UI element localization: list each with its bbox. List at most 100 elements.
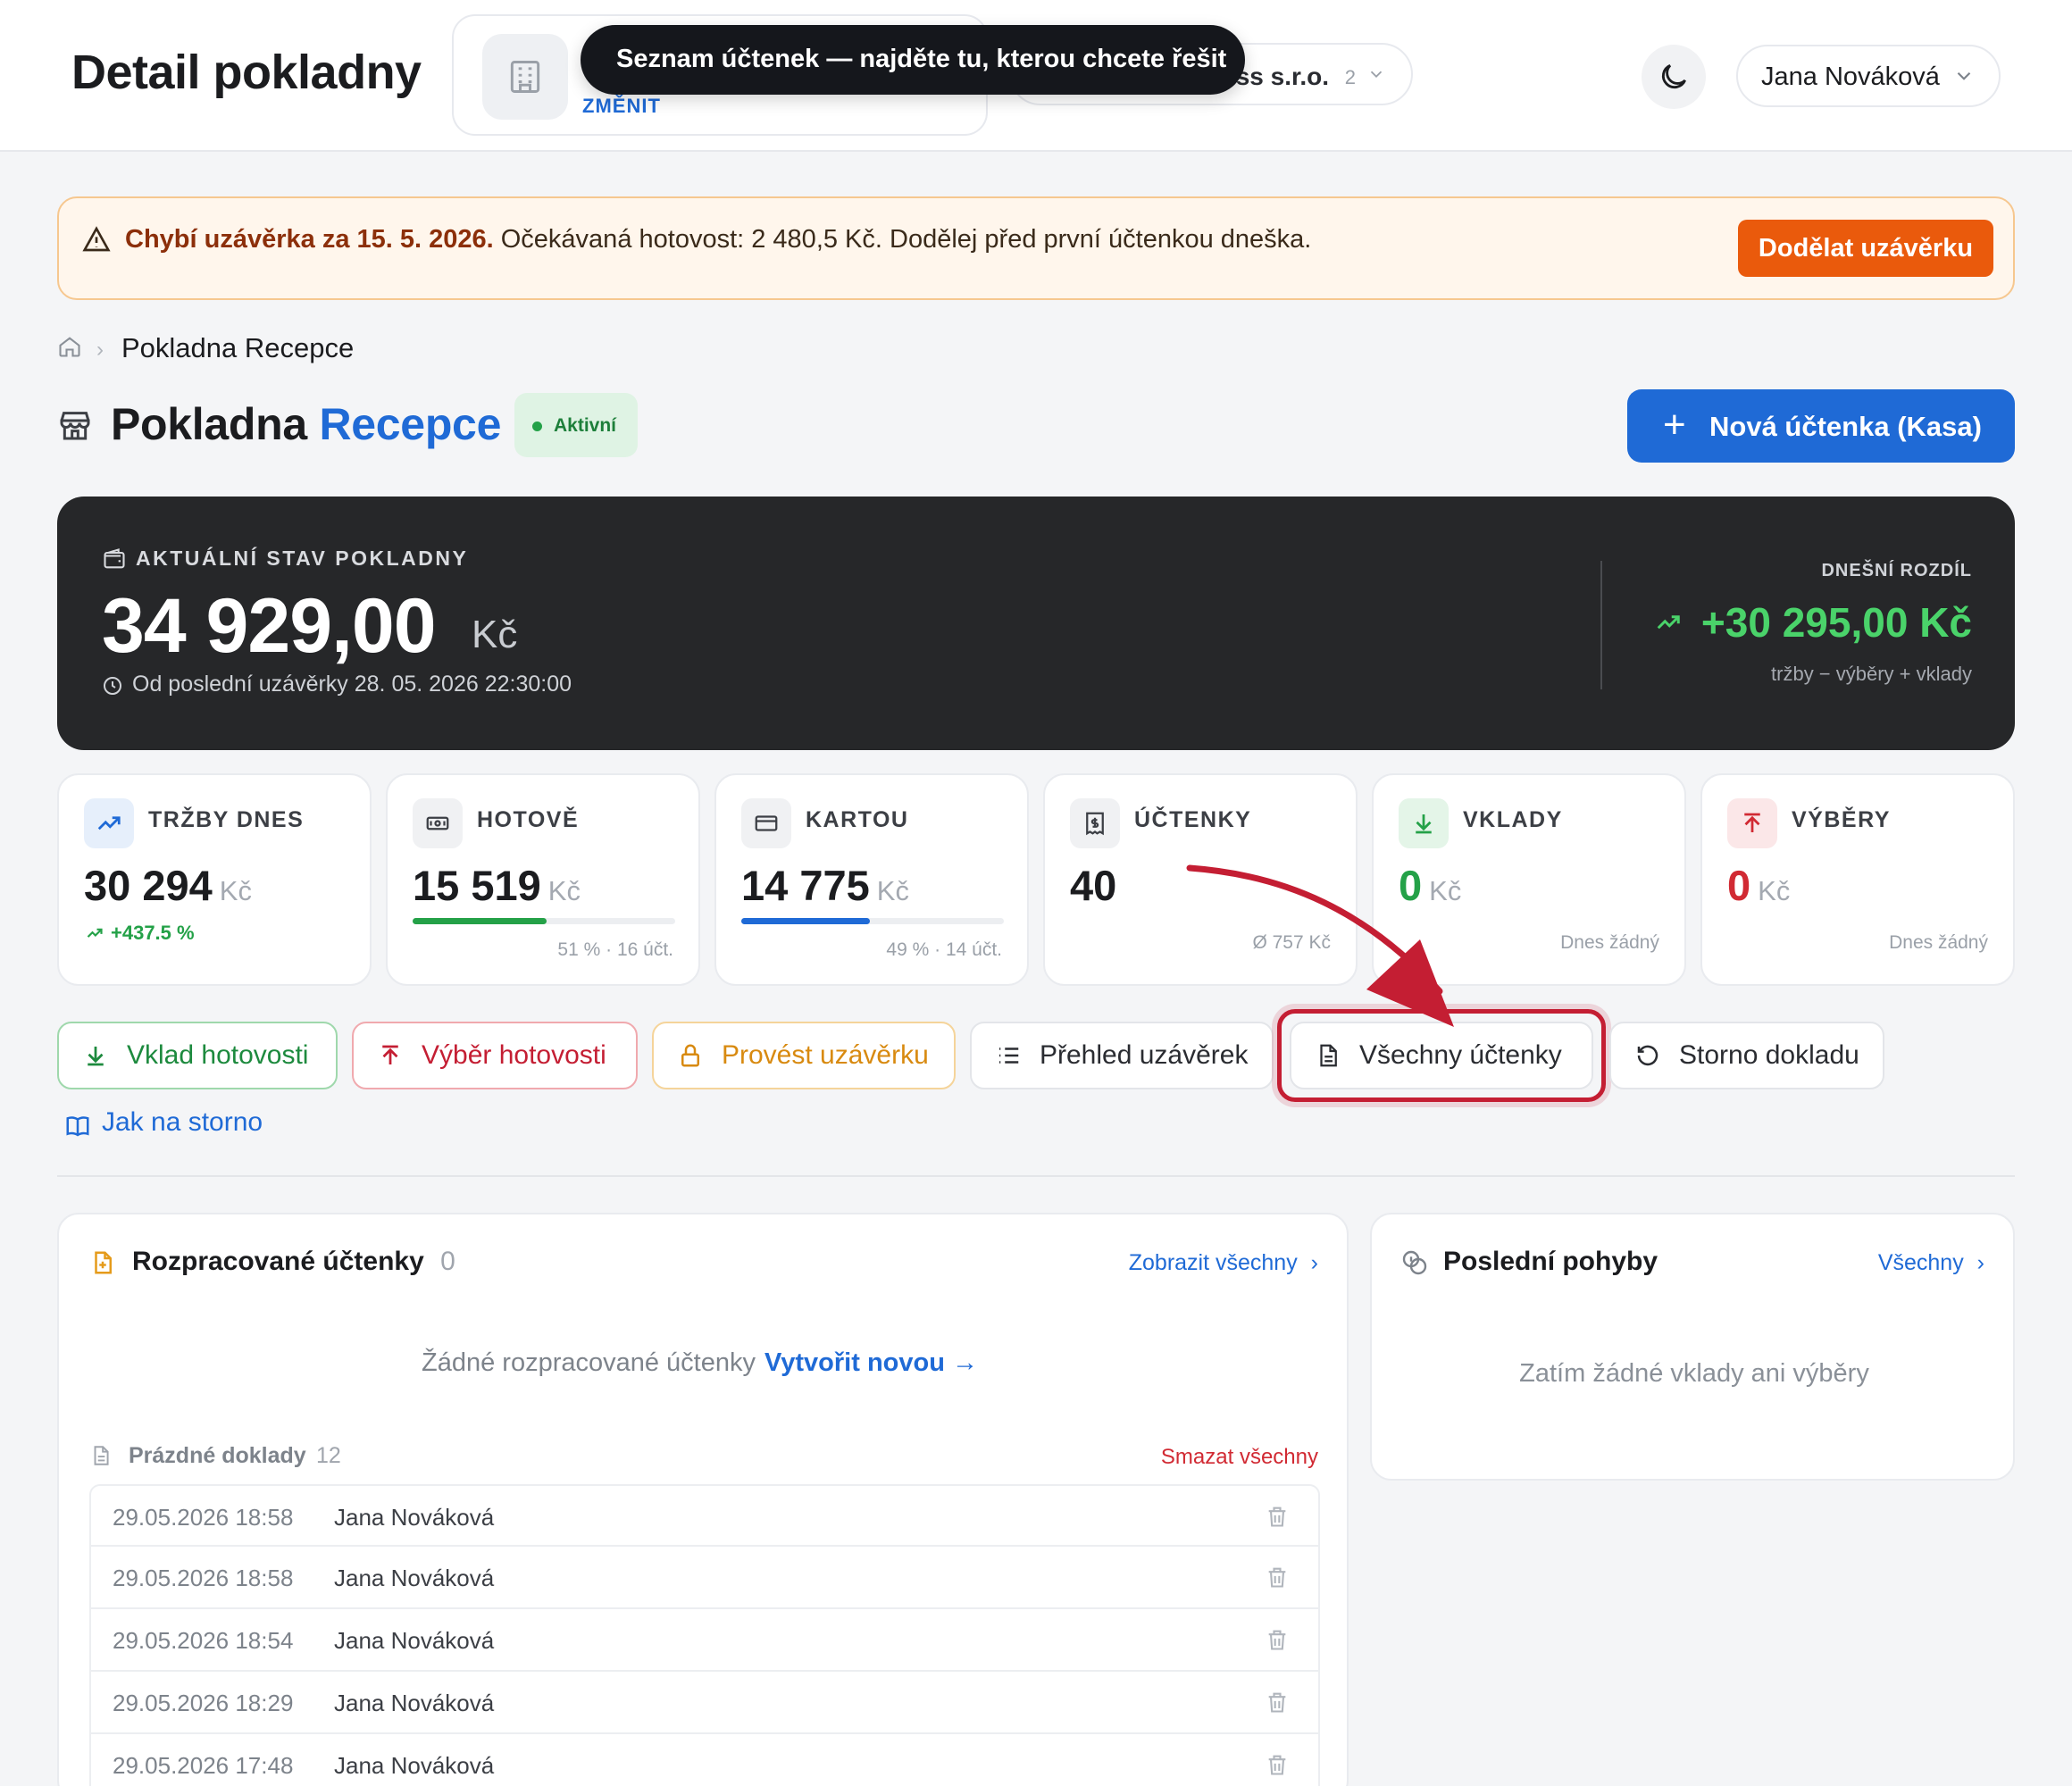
row-date: 29.05.2026 18:58 [113, 1504, 294, 1531]
balance-currency: Kč [472, 613, 518, 656]
new-receipt-label: Nová účtenka (Kasa) [1709, 411, 1982, 442]
daily-diff-label: DNEŠNÍ ROZDÍL [1821, 561, 1972, 580]
closings-overview-label: Přehled uzávěrek [1040, 1040, 1249, 1070]
trash-icon[interactable] [1265, 1504, 1290, 1533]
row-user: Jana Nováková [334, 1565, 495, 1591]
file-plus-icon [89, 1248, 116, 1281]
cash-share-bar [413, 918, 675, 924]
card-cash: HOTOVĚ 15 519 Kč 51 % · 16 účt. [386, 773, 700, 986]
all-moves-link[interactable]: Všechny › [1878, 1250, 1984, 1276]
trash-icon[interactable] [1265, 1565, 1290, 1594]
show-all-drafts-link[interactable]: Zobrazit všechny › [1129, 1250, 1318, 1276]
list-icon [999, 1047, 1019, 1064]
cash-withdraw-button[interactable]: Výběr hotovosti [352, 1022, 638, 1089]
clock-icon [102, 675, 123, 701]
card-label: VKLADY [1463, 807, 1563, 832]
receipt-icon [1070, 798, 1120, 848]
card-value: 40 [1070, 862, 1117, 909]
do-closing-button[interactable]: Provést uzávěrku [652, 1022, 956, 1089]
card-value: 15 519 Kč [413, 862, 581, 909]
card-value: 0 Kč [1727, 862, 1791, 909]
moves-empty-state: Zatím žádné vklady ani výběry [1519, 1359, 1869, 1388]
drafts-title: Rozpracované účtenky 0 [132, 1247, 455, 1276]
alert-bold: Chybí uzávěrka za 15. 5. 2026. [125, 225, 494, 254]
empty-docs-title: Prázdné doklady [129, 1443, 306, 1468]
new-receipt-button[interactable]: + Nová účtenka (Kasa) [1627, 389, 2015, 463]
upload-icon [382, 1045, 398, 1064]
company-select-value: ss s.r.o. [1235, 63, 1329, 90]
cash-withdraw-label: Výběr hotovosti [422, 1040, 606, 1070]
trash-icon[interactable] [1265, 1752, 1290, 1782]
cash-share-fill [413, 918, 547, 924]
list-item: 29.05.2026 18:29 Jana Nováková [89, 1672, 1320, 1734]
card-icon [741, 798, 791, 848]
status-dot [532, 421, 542, 431]
document-icon [89, 1443, 113, 1473]
user-menu-button[interactable]: Jana Nováková [1736, 45, 2001, 107]
card-card-payments: KARTOU 14 775 Kč 49 % · 14 účt. [714, 773, 1029, 986]
theme-toggle-button[interactable] [1642, 45, 1706, 109]
storno-button[interactable]: Storno dokladu [1609, 1022, 1884, 1089]
building-icon [482, 34, 568, 120]
guide-tooltip: Seznam účtenek — najděte tu, kterou chce… [581, 25, 1245, 95]
empty-docs-list: 29.05.2026 18:58 Jana Nováková 29.05.202… [89, 1484, 1320, 1786]
card-value: 14 775 Kč [741, 862, 909, 909]
page-title: Detail pokladny [71, 46, 422, 99]
row-user: Jana Nováková [334, 1752, 495, 1779]
coins-icon [1400, 1248, 1429, 1281]
trash-icon[interactable] [1265, 1690, 1290, 1719]
delete-all-link[interactable]: Smazat všechny [1161, 1445, 1318, 1470]
home-icon[interactable] [57, 334, 82, 363]
title-accent: Recepce [319, 399, 502, 449]
since-last-closing: Od poslední uzávěrky 28. 05. 2026 22:30:… [132, 672, 572, 697]
row-date: 29.05.2026 17:48 [113, 1752, 294, 1779]
alert-detail: Očekávaná hotovost: 2 480,5 Kč. Dodělej … [493, 225, 1312, 254]
closings-overview-button[interactable]: Přehled uzávěrek [970, 1022, 1274, 1089]
download-icon [88, 1047, 104, 1066]
card-sub: Ø 757 Kč [1252, 932, 1331, 953]
sales-trend: +437.5 % [84, 922, 195, 945]
card-label: KARTOU [806, 807, 909, 832]
draft-receipts-panel: Rozpracované účtenky 0 Zobrazit všechny … [57, 1213, 1349, 1786]
cash-deposit-button[interactable]: Vklad hotovosti [57, 1022, 338, 1089]
balance-label: AKTUÁLNÍ STAV POKLADNY [136, 547, 469, 570]
chevron-down-icon [1952, 64, 1976, 92]
trending-up-icon [87, 928, 103, 938]
user-name: Jana Nováková [1761, 63, 1940, 91]
row-date: 29.05.2026 18:54 [113, 1627, 294, 1654]
highlight-frame [1277, 1009, 1606, 1102]
breadcrumb-separator: › [96, 338, 104, 362]
upload-icon [1727, 798, 1777, 848]
empty-docs-count: 12 [316, 1443, 341, 1468]
finish-closing-button[interactable]: Dodělat uzávěrku [1738, 220, 1993, 277]
card-sub: 49 % · 14 účt. [886, 939, 1002, 960]
moon-icon [1661, 64, 1686, 89]
list-item: 29.05.2026 18:58 Jana Nováková [89, 1484, 1320, 1547]
lock-icon [681, 1044, 699, 1067]
card-label: ÚČTENKY [1134, 807, 1252, 832]
store-icon [57, 407, 93, 447]
row-date: 29.05.2026 18:29 [113, 1690, 294, 1716]
do-closing-label: Provést uzávěrku [722, 1040, 929, 1070]
trash-icon[interactable] [1265, 1627, 1290, 1657]
storno-guide-link[interactable]: Jak na storno [102, 1107, 263, 1138]
card-value: 30 294 Kč [84, 862, 252, 909]
row-user: Jana Nováková [334, 1690, 495, 1716]
list-item: 29.05.2026 18:58 Jana Nováková [89, 1547, 1320, 1609]
book-icon [64, 1113, 91, 1144]
company-count-badge: 2 [1344, 66, 1356, 88]
list-item: 29.05.2026 17:48 Jana Nováková [89, 1734, 1320, 1786]
row-user: Jana Nováková [334, 1627, 495, 1654]
card-sub: 51 % · 16 účt. [557, 939, 673, 960]
card-label: HOTOVĚ [477, 807, 580, 832]
change-company-link[interactable]: ZMĚNIT [582, 95, 661, 118]
card-label: TRŽBY DNES [148, 807, 305, 832]
create-new-draft-link[interactable]: Vytvořit novou → [764, 1348, 978, 1377]
card-sub: Dnes žádný [1889, 932, 1988, 953]
cash-icon [413, 798, 463, 848]
moves-title: Poslední pohyby [1443, 1247, 1658, 1276]
row-date: 29.05.2026 18:58 [113, 1565, 294, 1591]
warning-icon [82, 225, 111, 258]
card-share-bar [741, 918, 1004, 924]
wallet-icon [102, 547, 127, 576]
